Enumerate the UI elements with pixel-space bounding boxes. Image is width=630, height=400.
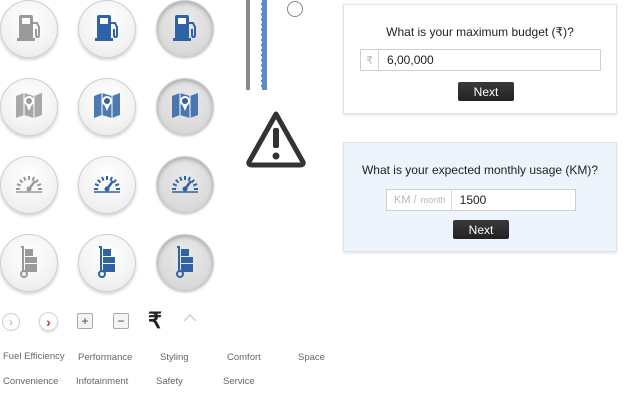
rupee-glyph: ₹ <box>148 308 162 333</box>
usage-card: What is your expected monthly usage (KM)… <box>343 142 617 252</box>
budget-input[interactable]: ₹ 6,00,000 <box>360 49 601 71</box>
map-pin-icon <box>11 87 47 128</box>
rupee-icon: ₹ <box>148 308 162 334</box>
vertical-scroll-track[interactable] <box>246 0 250 90</box>
fuel-pump-icon <box>89 9 125 50</box>
caret-up-icon[interactable] <box>182 310 198 322</box>
usage-input[interactable]: KM / month 1500 <box>386 189 576 211</box>
speedometer-button-blue-pressed[interactable] <box>156 156 214 214</box>
speedometer-icon <box>11 165 47 206</box>
fuel-pump-icon <box>11 9 47 50</box>
hand-truck-boxes-button-gray[interactable] <box>0 234 58 292</box>
category-fuel-efficiency[interactable]: Fuel Efficiency <box>3 351 65 362</box>
budget-question: What is your maximum budget (₹)? <box>386 25 574 39</box>
speedometer-button-blue[interactable] <box>78 156 136 214</box>
category-space[interactable]: Space <box>298 352 325 363</box>
budget-next-button[interactable]: Next <box>458 82 514 101</box>
plus-icon: + <box>81 314 89 328</box>
usage-next-button[interactable]: Next <box>453 220 509 239</box>
budget-card: What is your maximum budget (₹)? ₹ 6,00,… <box>343 4 617 114</box>
fuel-pump-button-blue-pressed[interactable] <box>156 0 214 58</box>
chevron-right-icon: › <box>9 315 13 329</box>
fuel-pump-icon <box>167 9 203 50</box>
warning-triangle-icon <box>245 110 307 168</box>
slider-handle[interactable] <box>287 1 303 17</box>
hand-truck-boxes-button-blue-pressed[interactable] <box>156 234 214 292</box>
hand-truck-boxes-icon <box>11 243 47 284</box>
fuel-pump-button-gray[interactable] <box>0 0 58 58</box>
map-pin-button-blue[interactable] <box>78 78 136 136</box>
arrow-right-red-button[interactable]: › <box>39 312 58 331</box>
category-infotainment[interactable]: Infotainment <box>76 376 128 387</box>
arrow-right-outline-button[interactable]: › <box>2 313 20 331</box>
hand-truck-boxes-button-blue[interactable] <box>78 234 136 292</box>
minus-icon: − <box>117 314 125 328</box>
chevron-right-red-icon: › <box>46 313 51 330</box>
map-pin-icon <box>167 87 203 128</box>
category-performance[interactable]: Performance <box>78 352 132 363</box>
map-pin-button-gray[interactable] <box>0 78 58 136</box>
minus-button[interactable]: − <box>113 313 129 329</box>
km-label: KM / <box>394 194 417 206</box>
plus-button[interactable]: + <box>77 313 93 329</box>
category-styling[interactable]: Styling <box>160 352 189 363</box>
map-pin-icon <box>89 87 125 128</box>
month-label: month <box>420 195 446 205</box>
speedometer-icon <box>89 165 125 206</box>
usage-value[interactable]: 1500 <box>452 193 487 207</box>
map-pin-button-blue-pressed[interactable] <box>156 78 214 136</box>
hand-truck-boxes-icon <box>89 243 125 284</box>
category-comfort[interactable]: Comfort <box>227 352 261 363</box>
km-month-prefix: KM / month <box>387 190 452 210</box>
hand-truck-boxes-icon <box>167 243 203 284</box>
rupee-prefix: ₹ <box>361 50 379 70</box>
fuel-pump-button-blue[interactable] <box>78 0 136 58</box>
speedometer-icon <box>167 165 203 206</box>
category-convenience[interactable]: Convenience <box>3 376 58 387</box>
budget-value[interactable]: 6,00,000 <box>379 53 434 67</box>
category-safety[interactable]: Safety <box>156 376 183 387</box>
usage-question: What is your expected monthly usage (KM)… <box>361 163 599 177</box>
category-service[interactable]: Service <box>223 376 255 387</box>
speedometer-button-gray[interactable] <box>0 156 58 214</box>
vertical-scroll-track-blue[interactable] <box>261 0 267 90</box>
